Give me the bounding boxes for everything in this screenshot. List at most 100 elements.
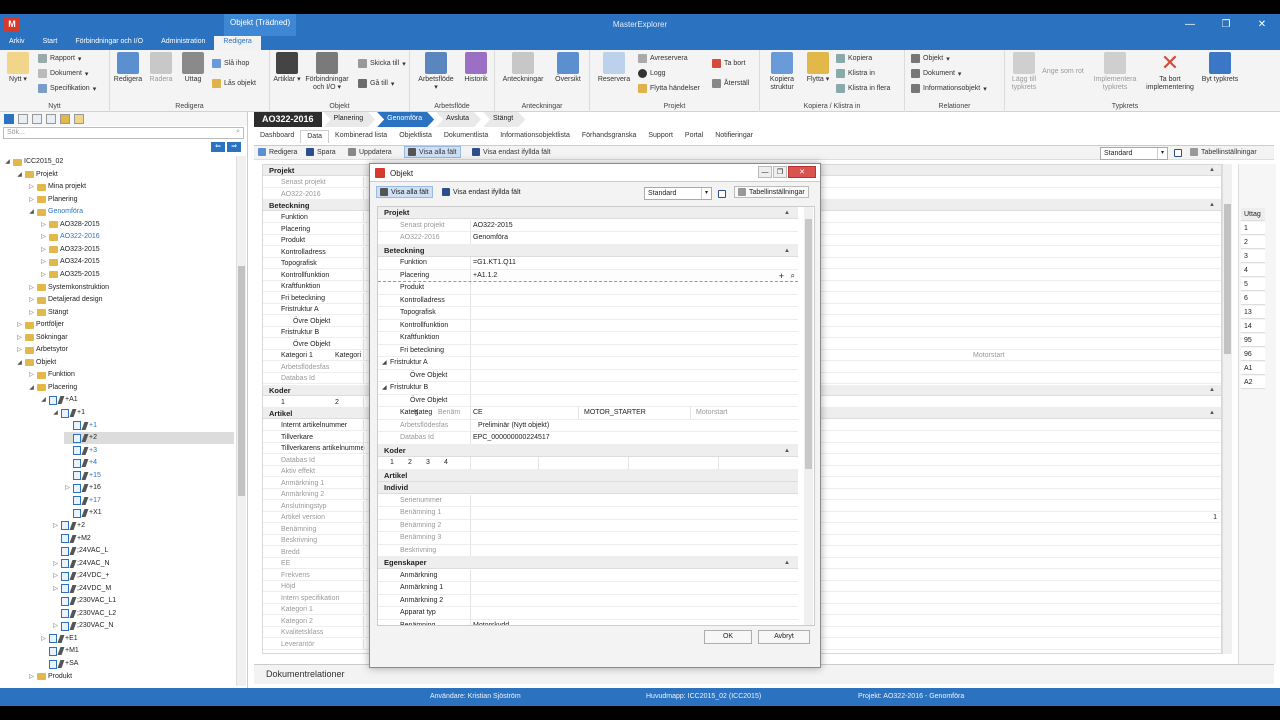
uttag-cell[interactable]: 2 <box>1241 236 1265 249</box>
restore-button[interactable]: ❐ <box>1208 14 1244 36</box>
tree-node[interactable]: ▷ Stängt <box>28 307 68 319</box>
tree-node[interactable]: ▷ Arbetsytor <box>16 344 68 356</box>
dialog-section-header[interactable]: Beteckning ▲ <box>378 244 798 257</box>
close-button[interactable]: ✕ <box>1244 14 1280 36</box>
tree-node[interactable]: ▷ Systemkonstruktion <box>28 282 109 294</box>
expand-toggle-icon[interactable]: ▷ <box>28 294 35 306</box>
tree-node[interactable]: ▷ Planering <box>28 194 78 206</box>
collapse-caret-icon[interactable]: ▲ <box>1209 200 1215 211</box>
copy-icon[interactable] <box>32 114 42 124</box>
code-cell[interactable]: 3 <box>426 457 430 469</box>
uttag-button[interactable]: Uttag <box>178 52 208 84</box>
tree-node[interactable]: ◢ +1 <box>52 407 85 419</box>
doc-icon[interactable] <box>18 114 28 124</box>
tree-node[interactable]: ▷ ;230VAC_N <box>52 620 113 632</box>
ange-som-rot-button[interactable]: Ange som rot <box>1041 68 1085 76</box>
tree-node[interactable]: ▷ ;24VDC_M <box>52 583 111 595</box>
tree-node[interactable]: +15 <box>64 470 101 482</box>
save-view-icon[interactable] <box>718 190 726 198</box>
dialog-grid-row[interactable]: 1 2 3 4 <box>378 457 798 470</box>
anteckningar-button[interactable]: Anteckningar <box>499 52 547 84</box>
relation-objekt-button[interactable]: Objekt ▾ <box>911 54 950 63</box>
tree-node[interactable]: ▷ ;24VDC_+ <box>52 570 110 582</box>
code-cell[interactable]: 2 <box>408 457 412 469</box>
menu-redigera[interactable]: Redigera <box>214 36 261 50</box>
expand-toggle-icon[interactable]: ◢ <box>52 407 59 419</box>
uttag-cell[interactable]: 14 <box>1241 320 1265 333</box>
dialog-grid-row[interactable]: Benämning 1 <box>378 507 798 520</box>
expand-toggle-icon[interactable]: ◢ <box>4 156 11 168</box>
uttag-cell[interactable]: 95 <box>1241 334 1265 347</box>
relation-informationsobjekt-button[interactable]: Informationsobjekt ▾ <box>911 84 987 93</box>
tree-node[interactable]: ▷ ;24VAC_N <box>52 558 110 570</box>
tree-node[interactable]: ▷ AO323-2015 <box>40 244 100 256</box>
scroll-thumb[interactable] <box>805 219 812 469</box>
tree-node[interactable]: ▷ Sökningar <box>16 332 68 344</box>
expand-toggle-icon[interactable]: ◢ <box>382 382 387 394</box>
collapse-caret-icon[interactable]: ▲ <box>784 207 790 219</box>
tree-node[interactable]: +2 <box>64 432 234 445</box>
dialog-grid-row[interactable]: Benämning Motorskydd <box>378 619 798 625</box>
dialog-grid-row[interactable]: Anmärkning 2 <box>378 594 798 607</box>
skicka-till-button[interactable]: Skicka till ▾ <box>358 59 406 68</box>
tree-node[interactable]: +4 <box>64 457 97 469</box>
dialog-section-header[interactable]: Artikel <box>378 469 798 482</box>
dialog-grid-row[interactable]: Kontrolladress <box>378 294 798 307</box>
cancel-button[interactable]: Avbryt <box>758 630 810 644</box>
tree-node[interactable]: +M1 <box>40 645 79 657</box>
dialog-view-select[interactable]: Standard ▾ <box>644 187 712 200</box>
add-icon[interactable]: + <box>779 270 784 282</box>
tree-node[interactable]: +17 <box>64 495 101 507</box>
dialog-tabellinst-tool[interactable]: Tabellinställningar <box>734 186 809 198</box>
avreservera-button[interactable]: Avreservera <box>638 54 688 63</box>
forward-arrow-icon[interactable]: ⇒ <box>227 142 241 152</box>
tree-node[interactable]: +X1 <box>64 507 102 519</box>
spara-tool[interactable]: Spara <box>306 148 336 156</box>
expand-toggle-icon[interactable]: ◢ <box>40 394 47 406</box>
tab[interactable]: Kombinerad lista <box>329 130 393 143</box>
field-value[interactable]: +A1.1.2 <box>473 270 497 282</box>
tree-node[interactable]: ◢ Objekt <box>16 357 56 369</box>
tree-node[interactable]: ◢ Placering <box>28 382 77 394</box>
las-objekt-button[interactable]: Lås objekt <box>212 79 256 88</box>
uttag-cell[interactable]: 13 <box>1241 306 1265 319</box>
dialog-grid-row[interactable]: Kraftfunktion <box>378 332 798 345</box>
kopiera-button[interactable]: Kopiera <box>836 54 872 63</box>
tree-node[interactable]: ◢ Projekt <box>16 169 58 181</box>
dialog-grid-row[interactable]: Funktion =G1.KT1.Q11 <box>378 257 798 270</box>
dialog-grid-row[interactable]: ◢ Fristruktur B <box>378 382 798 395</box>
tree-node[interactable]: ;24VAC_L <box>52 545 108 557</box>
field-value[interactable]: CE <box>473 407 483 419</box>
collapse-caret-icon[interactable]: ▲ <box>784 557 790 569</box>
ok-button[interactable]: OK <box>704 630 752 644</box>
historik-button[interactable]: Historik <box>460 52 492 84</box>
klistra-in-flera-button[interactable]: Klistra in flera <box>836 84 890 93</box>
forbindningar-button[interactable]: Förbindningar och I/O ▾ <box>302 52 352 92</box>
ta-bort-button[interactable]: Ta bort <box>712 59 745 68</box>
expand-toggle-icon[interactable]: ▷ <box>28 307 35 319</box>
expand-toggle-icon[interactable]: ◢ <box>382 357 387 369</box>
dialog-grid-row[interactable]: Serienummer <box>378 494 798 507</box>
kopiera-struktur-button[interactable]: Kopiera struktur <box>764 52 800 92</box>
tree-node[interactable]: ▷ Produkt <box>28 671 72 683</box>
folder-icon[interactable] <box>60 114 70 124</box>
expand-toggle-icon[interactable]: ◢ <box>16 169 23 181</box>
expand-toggle-icon[interactable]: ▷ <box>40 244 47 256</box>
dialog-grid-row[interactable]: Senast projekt AO322-2015 <box>378 219 798 232</box>
tab[interactable]: Data <box>300 130 330 143</box>
expand-toggle-icon[interactable]: ▷ <box>40 256 47 268</box>
tab[interactable]: Notifieringar <box>709 130 759 143</box>
dialog-grid-row[interactable]: Anmärkning <box>378 569 798 582</box>
note-icon[interactable] <box>74 114 84 124</box>
tree-node[interactable]: ▷ +16 <box>64 482 101 494</box>
tree-node[interactable]: ;230VAC_L1 <box>52 595 116 607</box>
dialog-grid-row[interactable]: AO322-2016 Genomföra <box>378 232 798 245</box>
save-view-icon[interactable] <box>1174 149 1182 157</box>
dialog-section-header[interactable]: Koder ▲ <box>378 444 798 457</box>
expand-toggle-icon[interactable]: ◢ <box>28 382 35 394</box>
expand-toggle-icon[interactable]: ▷ <box>16 344 23 356</box>
dialog-grid-row[interactable]: Apparat typ <box>378 607 798 620</box>
step-avsluta[interactable]: Avsluta <box>436 112 481 127</box>
expand-toggle-icon[interactable]: ▷ <box>28 282 35 294</box>
expand-toggle-icon[interactable]: ◢ <box>28 206 35 218</box>
